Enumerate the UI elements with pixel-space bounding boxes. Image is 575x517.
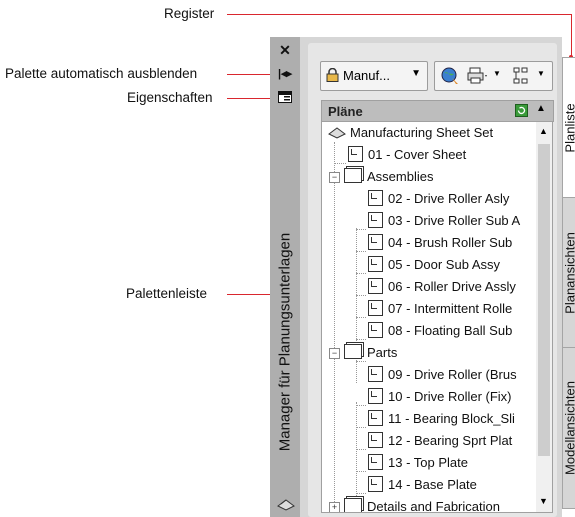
tree-sheet[interactable]: 12 - Bearing Sprt Plat: [368, 430, 512, 452]
palette-bar[interactable]: ✕ |◂▸ Manager für Planungsunterlagen: [270, 37, 300, 517]
tree-sheet[interactable]: 11 - Bearing Block_Sli: [368, 408, 515, 430]
tree-group-parts[interactable]: Parts: [344, 342, 397, 364]
tree-sheet[interactable]: 01 - Cover Sheet: [348, 144, 466, 166]
tree-sheet[interactable]: 05 - Door Sub Assy: [368, 254, 500, 276]
folder-icon: [344, 168, 362, 183]
sheet-icon: [348, 146, 363, 162]
expander-parts[interactable]: −: [329, 348, 340, 359]
folder-icon: [344, 344, 362, 359]
tree-sheet[interactable]: 02 - Drive Roller Asly: [368, 188, 509, 210]
tree-sheet[interactable]: 07 - Intermittent Rolle: [368, 298, 512, 320]
sheet-tree[interactable]: Manufacturing Sheet Set 01 - Cover Sheet…: [321, 121, 537, 513]
sheet-icon: [368, 190, 383, 206]
sheet-icon: [368, 234, 383, 250]
tree-sheet[interactable]: 09 - Drive Roller (Brus: [368, 364, 517, 386]
sheet-icon: [368, 432, 383, 448]
sheetset-icon: [328, 124, 346, 146]
callout-autohide: Palette automatisch ausblenden: [5, 66, 198, 81]
tree-root[interactable]: Manufacturing Sheet Set: [328, 122, 493, 144]
chevron-down-icon[interactable]: ▼: [537, 69, 545, 78]
refresh-icon[interactable]: [515, 104, 528, 122]
sheet-set-manager-panel: Manuf... ▼ ▼ ▼ Pläne ▲ Manufacturing She…: [300, 37, 562, 517]
scroll-down-icon[interactable]: ▼: [539, 496, 548, 506]
lock-icon: [326, 67, 339, 85]
tab-planliste[interactable]: Planliste: [562, 57, 575, 199]
autohide-icon[interactable]: |◂▸: [277, 67, 293, 81]
sheet-icon: [368, 278, 383, 294]
sheet-icon: [368, 256, 383, 272]
tab-planansichten[interactable]: Planansichten: [562, 197, 575, 349]
sheet-icon: [368, 410, 383, 426]
scroll-thumb[interactable]: [538, 144, 550, 456]
tree-scrollbar[interactable]: ▲ ▼: [536, 121, 553, 513]
tree-group-assemblies[interactable]: Assemblies: [344, 166, 433, 188]
expander-details[interactable]: +: [329, 502, 340, 512]
toolbar-icons-group: ▼ ▼: [434, 61, 553, 91]
chevron-down-icon: ▼: [411, 68, 421, 79]
chevron-down-icon[interactable]: ▼: [493, 69, 501, 78]
sheet-icon: [368, 212, 383, 228]
callout-properties: Eigenschaften: [127, 90, 213, 105]
tree-sheet[interactable]: 04 - Brush Roller Sub: [368, 232, 512, 254]
tree-sheet[interactable]: 10 - Drive Roller (Fix): [368, 386, 512, 408]
tree-group-details[interactable]: Details and Fabrication: [344, 496, 500, 512]
tree-sheet[interactable]: 03 - Drive Roller Sub A: [368, 210, 520, 232]
sheetset-icon: [277, 497, 295, 511]
tree-sheet[interactable]: 08 - Floating Ball Sub: [368, 320, 512, 342]
callout-line-palette-bar: [227, 294, 272, 295]
callout-line-properties: [227, 98, 272, 99]
callout-line-autohide: [227, 74, 272, 75]
callout-line-register: [227, 14, 572, 15]
register-tabs: Planliste Planansichten Modellansichten: [562, 37, 575, 517]
tree-sheet[interactable]: 13 - Top Plate: [368, 452, 468, 474]
panel-body: Manuf... ▼ ▼ ▼ Pläne ▲ Manufacturing She…: [308, 43, 557, 517]
tab-modellansichten[interactable]: Modellansichten: [562, 347, 575, 509]
tree-header-title: Pläne: [328, 104, 363, 119]
sheet-icon: [368, 476, 383, 492]
sheetset-select[interactable]: Manuf... ▼: [320, 61, 428, 91]
tree-sheet[interactable]: 06 - Roller Drive Assly: [368, 276, 516, 298]
palette-title: Manager für Planungsunterlagen: [276, 232, 294, 452]
sheet-icon: [368, 322, 383, 338]
callout-palette-bar: Palettenleiste: [126, 286, 208, 301]
sheet-icon: [368, 454, 383, 470]
publish-icon[interactable]: [467, 67, 489, 90]
view-options-icon[interactable]: [513, 67, 529, 90]
folder-icon: [344, 498, 362, 512]
globe-icon[interactable]: [440, 66, 460, 91]
collapse-icon[interactable]: ▲: [536, 103, 546, 114]
expander-assemblies[interactable]: −: [329, 172, 340, 183]
callout-register: Register: [164, 6, 215, 21]
sheet-icon: [368, 388, 383, 404]
tree-header: Pläne ▲: [321, 100, 554, 122]
tree-sheet[interactable]: 14 - Base Plate: [368, 474, 477, 496]
sheetset-value: Manuf...: [343, 68, 390, 83]
properties-icon[interactable]: [277, 91, 293, 105]
scroll-up-icon[interactable]: ▲: [539, 126, 548, 136]
sheet-icon: [368, 300, 383, 316]
sheet-icon: [368, 366, 383, 382]
close-icon[interactable]: ✕: [277, 43, 293, 57]
